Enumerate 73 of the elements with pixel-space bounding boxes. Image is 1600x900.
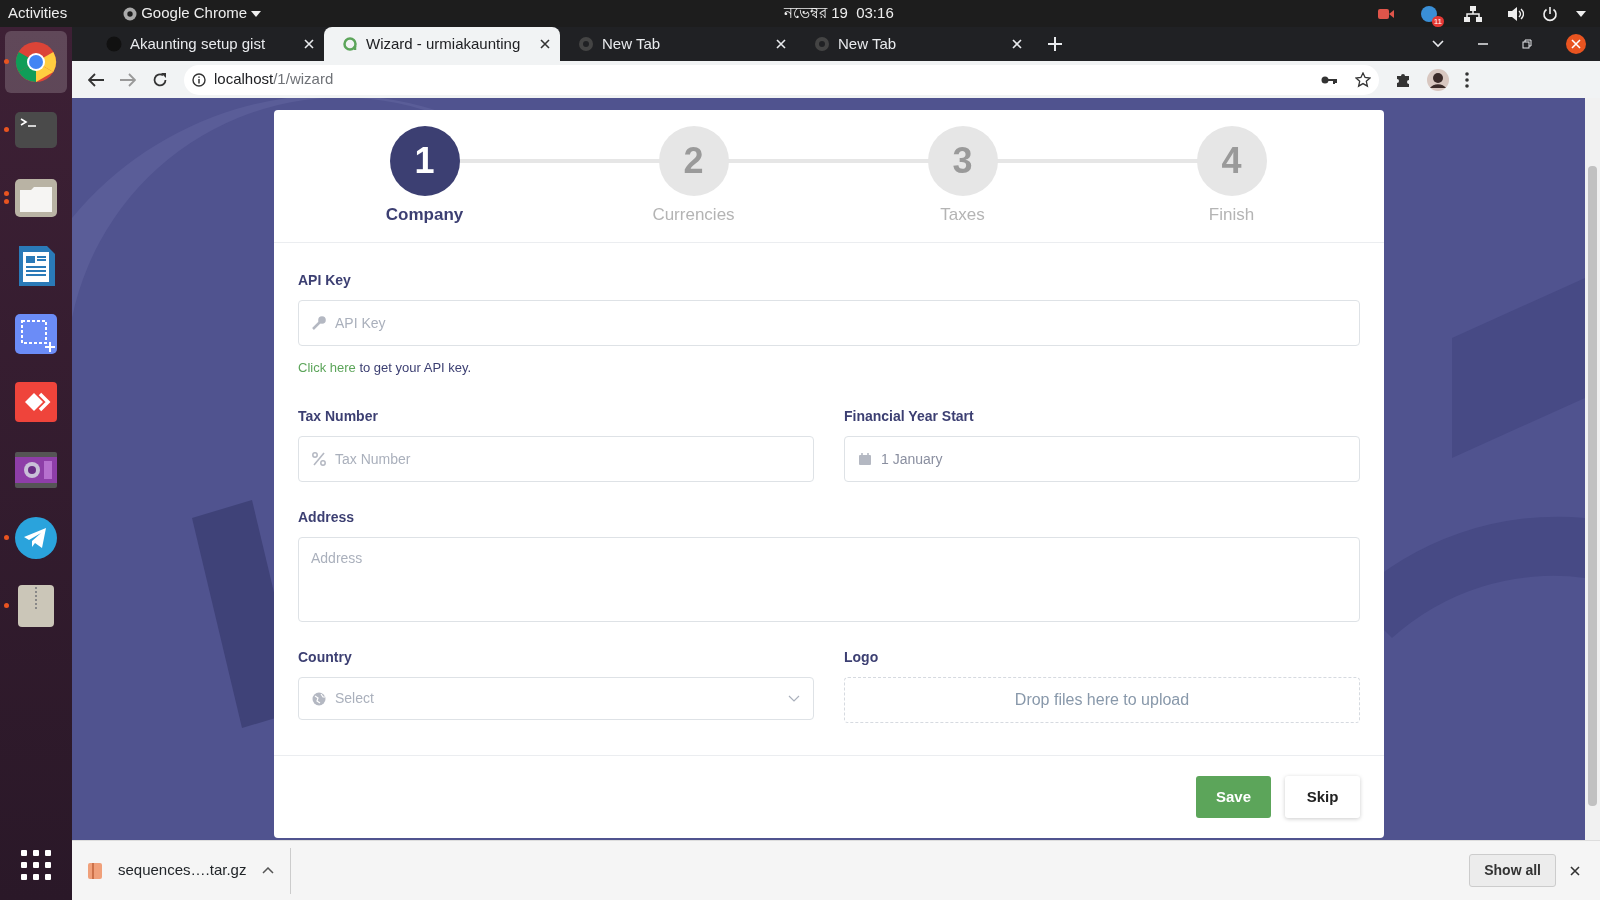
step-label: Company [385,204,464,226]
scrollbar-thumb[interactable] [1588,166,1597,806]
browser-tab[interactable]: New Tab [796,27,1032,61]
chevron-down-icon[interactable] [1432,40,1444,48]
notification-badge: 11 [1431,15,1444,27]
tab-title: New Tab [838,33,898,54]
avatar-icon[interactable] [1427,68,1449,91]
url-field[interactable]: localhost/1/wizard [214,68,334,91]
activities-button[interactable]: Activities [8,2,68,25]
percent-icon [312,451,326,466]
tab-favicon-icon [578,36,594,52]
download-item[interactable]: sequences….tar.gz [72,847,292,894]
input-field[interactable]: Tax Number [298,435,814,482]
field-label: API Key [298,271,352,291]
camera-icon [1378,7,1394,20]
caret-icon [251,10,262,17]
new-tab-icon[interactable] [1048,37,1062,51]
step-label: Currencies [652,204,735,226]
field-label: Financial Year Start [844,406,975,426]
browser-tab[interactable]: New Tab [560,27,796,61]
select-field[interactable]: Select [298,676,814,720]
close-icon[interactable] [1570,865,1580,876]
key-icon[interactable] [1321,74,1337,85]
step-label: Taxes [940,204,985,226]
help-text: Click here to get your API key. [298,359,473,378]
browser-icon [14,40,58,84]
restore-icon[interactable] [1522,39,1532,49]
browser-tab[interactable]: Wizard - urmiakaunting [324,27,560,61]
telegram-icon [14,516,58,560]
clock[interactable]: নভেম্বর 19 03:16 [784,2,894,25]
tab-title: Wizard - urmiakaunting [366,33,522,54]
volume-icon [1508,6,1524,21]
power-icon [1542,5,1558,22]
star-icon[interactable] [1355,71,1371,88]
key-icon [312,316,326,331]
step-number[interactable]: 1 [389,126,460,196]
field-label: Tax Number [298,406,379,426]
remote-icon [14,380,58,424]
step-label: Finish [1208,204,1255,226]
field-label: Address [298,507,356,527]
chevron-down-icon [788,694,800,702]
caret-icon [1576,10,1586,17]
tab-title: Akaunting setup gist [130,33,267,54]
reload-icon[interactable] [152,71,168,88]
forward-icon[interactable] [120,72,136,87]
close-icon[interactable] [1566,34,1586,54]
app-menu[interactable]: Google Chrome [141,2,248,25]
files-icon [14,176,58,220]
textarea-field[interactable]: Address [298,536,1360,622]
tab-favicon-icon [814,36,830,52]
calendar-icon [858,451,872,466]
skip-button[interactable]: Skip [1285,776,1360,818]
chrome-icon [123,6,138,21]
tab-favicon-icon [342,36,358,52]
info-icon [192,72,206,87]
network-icon [1464,5,1482,22]
field-label: Logo [844,647,880,667]
dock-item[interactable] [5,31,67,93]
archive-file-icon [88,862,102,879]
show-all-button[interactable]: Show all [1469,854,1556,887]
download-filename: sequences….tar.gz [118,860,247,881]
back-icon[interactable] [88,72,104,87]
globe-icon [312,691,326,706]
more-icon[interactable] [1465,71,1469,88]
field-label: Country [298,647,353,667]
input-field[interactable]: API Key [298,300,1360,347]
close-icon[interactable] [540,39,550,49]
tab-title: New Tab [602,33,662,54]
apps-grid-icon[interactable] [21,850,51,880]
screenshot-icon [14,312,58,356]
puzzle-icon[interactable] [1395,71,1411,88]
browser-tab[interactable]: Akaunting setup gist [88,27,324,61]
chevron-up-icon[interactable] [262,867,275,874]
